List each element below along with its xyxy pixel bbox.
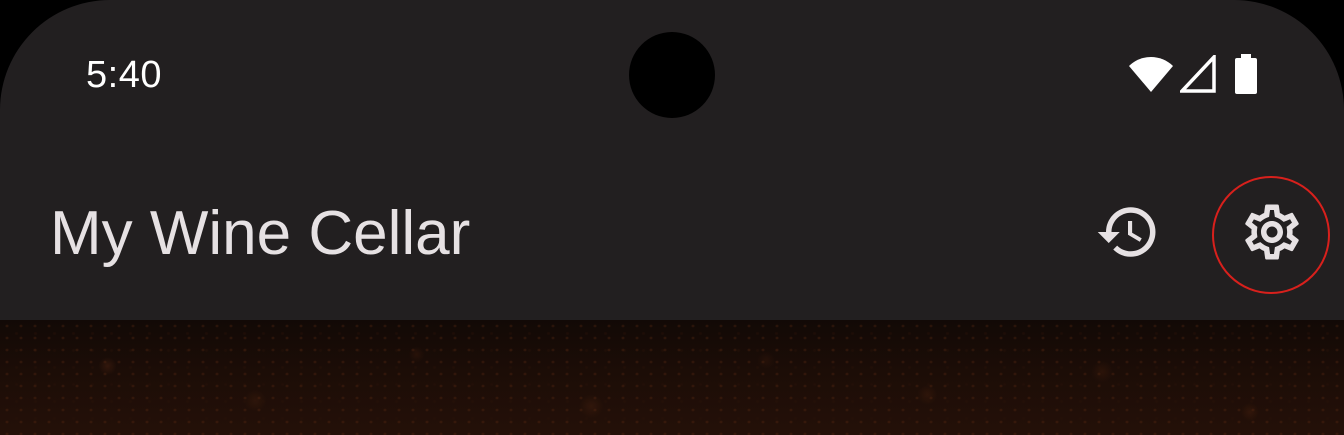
status-icons (1128, 52, 1258, 96)
wifi-icon (1128, 54, 1174, 94)
status-time: 5:40 (86, 54, 162, 96)
page-title: My Wine Cellar (50, 199, 471, 268)
settings-icon (1239, 199, 1305, 270)
top-app-bar: My Wine Cellar (0, 150, 1344, 320)
battery-icon (1234, 54, 1258, 94)
background-texture (0, 320, 1344, 435)
history-icon (1095, 199, 1161, 270)
cellular-signal-icon (1180, 55, 1216, 93)
front-camera-cutout (629, 32, 715, 118)
history-button[interactable] (1082, 188, 1174, 280)
settings-button[interactable] (1226, 188, 1318, 280)
phone-screen: 5:40 My Wine Cellar (0, 0, 1344, 435)
cellar-background-image (0, 320, 1344, 435)
status-bar: 5:40 (0, 0, 1344, 150)
